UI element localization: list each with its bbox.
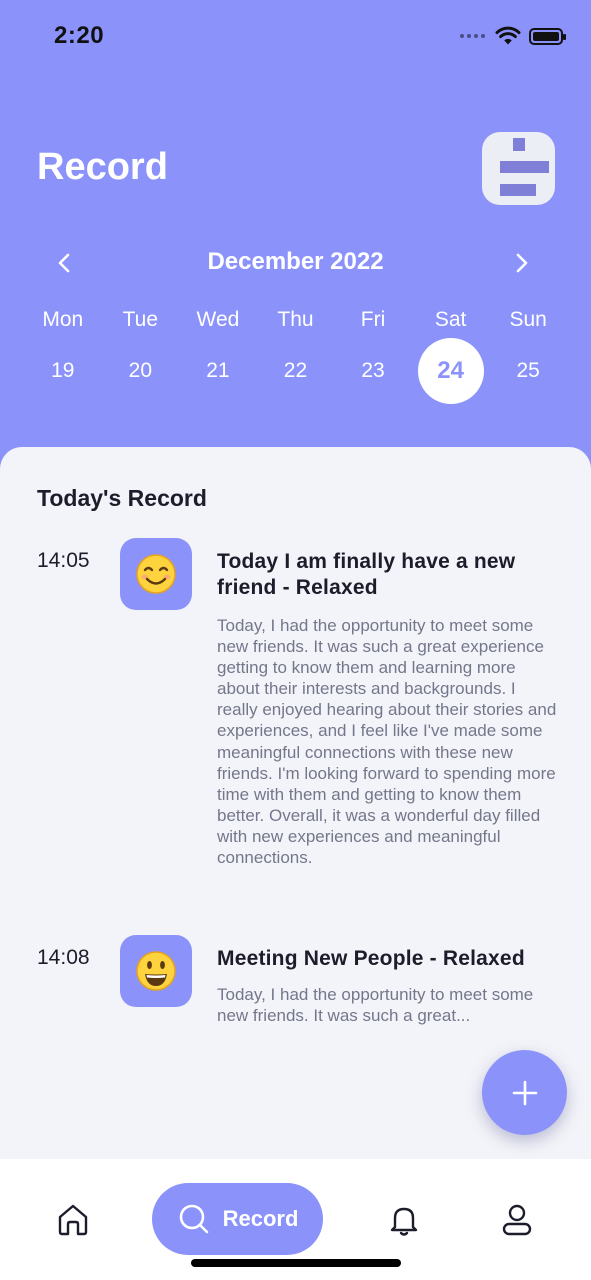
weekday-label: Sat: [434, 308, 467, 331]
date-number: 23: [361, 359, 385, 382]
date-number: 19: [51, 359, 75, 382]
date-number: 21: [206, 359, 230, 382]
records-sheet: Today's Record 14:05 Today I am finally …: [0, 447, 591, 1280]
status-icons: [460, 26, 566, 46]
date-row: 19 20 21 22 23 24 25: [24, 338, 567, 404]
add-record-button[interactable]: [482, 1050, 567, 1135]
weekday-label: Thu: [277, 308, 314, 331]
date-cell[interactable]: 23: [334, 338, 412, 404]
page-title: Record: [37, 146, 168, 188]
home-icon: [58, 1204, 88, 1236]
bell-icon: [390, 1207, 418, 1236]
date-number: 20: [128, 359, 153, 382]
status-time: 2:20: [54, 22, 105, 49]
entry-title: Today I am finally have a new friend - R…: [217, 550, 516, 599]
plus-icon: [512, 1080, 537, 1105]
weekday-label: Wed: [196, 308, 240, 331]
entry-title: Meeting New People - Relaxed: [217, 947, 525, 970]
date-cell[interactable]: 22: [257, 338, 335, 404]
cellular-signal-icon: [460, 34, 485, 38]
entry-body: Today, I had the opportunity to meet som…: [217, 616, 557, 868]
weekday-label: Fri: [360, 308, 386, 331]
grinning-face-icon: [136, 951, 176, 991]
section-title: Today's Record: [37, 485, 207, 511]
tab-profile[interactable]: [494, 1197, 540, 1243]
mood-tile: [120, 538, 192, 610]
smiling-face-icon: [136, 554, 176, 594]
status-bar: 2:20: [0, 0, 591, 76]
entry-body: Today, I had the opportunity to meet som…: [217, 985, 534, 1026]
menu-button[interactable]: [482, 132, 555, 205]
tab-home[interactable]: [50, 1197, 96, 1243]
month-label: December 2022: [207, 248, 384, 275]
search-icon: [179, 1204, 208, 1234]
tab-record[interactable]: Record: [152, 1183, 323, 1255]
month-navigation: December 2022: [0, 244, 591, 284]
menu-icon-bar-bottom: [500, 184, 536, 196]
date-cell[interactable]: 25: [489, 338, 567, 404]
tab-record-label: Record: [222, 1206, 299, 1231]
home-indicator: [191, 1259, 401, 1267]
date-cell[interactable]: 21: [179, 338, 257, 404]
chevron-right-icon[interactable]: [506, 248, 536, 278]
date-cell[interactable]: 19: [24, 338, 102, 404]
weekday-label: Mon: [42, 308, 84, 331]
tab-notifications[interactable]: [381, 1197, 427, 1243]
date-cell-selected[interactable]: 24: [412, 338, 490, 404]
entry-time: 14:05: [37, 549, 90, 572]
date-number: 25: [516, 359, 540, 382]
date-number: 24: [437, 357, 464, 384]
battery-icon: [529, 27, 566, 45]
date-number: 22: [283, 359, 308, 382]
wifi-icon: [495, 26, 521, 45]
selected-date-circle: 24: [417, 338, 484, 404]
menu-icon-block-top: [513, 138, 525, 151]
entry-time: 14:08: [37, 946, 90, 969]
weekday-label: Tue: [122, 308, 159, 331]
date-cell[interactable]: 20: [102, 338, 180, 404]
weekday-row: Mon Tue Wed Thu Fri Sat Sun: [24, 308, 567, 332]
profile-icon: [502, 1204, 532, 1236]
mood-tile: [120, 935, 192, 1007]
menu-icon-bar-middle: [500, 161, 549, 173]
weekday-label: Sun: [509, 308, 547, 331]
